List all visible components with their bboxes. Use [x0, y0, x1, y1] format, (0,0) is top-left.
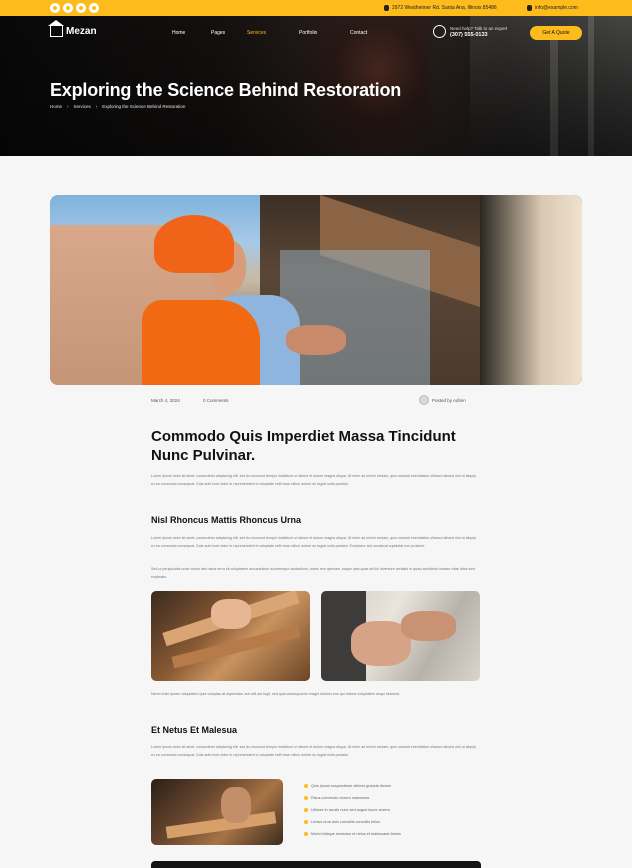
check-icon: [304, 832, 308, 836]
breadcrumb-current: Exploring the Science Behind Restoration: [102, 104, 186, 109]
article-title: Commodo Quis Imperdiet Massa Tincidunt N…: [151, 428, 456, 464]
nav-item-services[interactable]: Services: [247, 30, 266, 36]
post-comments[interactable]: 0 Comments: [203, 398, 229, 403]
facebook-icon[interactable]: [50, 3, 60, 13]
nav-item-contact[interactable]: Contact: [350, 30, 367, 36]
list-item: Risus commodo viverra maecenas: [304, 796, 369, 800]
video-banner: [151, 861, 481, 868]
featured-image: [50, 195, 582, 385]
page-title: Exploring the Science Behind Restoration: [50, 80, 402, 100]
check-icon: [304, 820, 308, 824]
check-icon: [304, 808, 308, 812]
phone-icon: [433, 25, 446, 38]
header-phone[interactable]: Need help? Talk to an expert (307) 555-0…: [433, 25, 507, 38]
topbar-email[interactable]: info@example.com: [527, 4, 578, 12]
check-icon: [304, 796, 308, 800]
breadcrumb: Home › Services › Exploring the Science …: [50, 104, 185, 109]
breadcrumb-separator: ›: [67, 104, 69, 109]
avatar: [419, 395, 429, 405]
linkedin-icon[interactable]: [89, 3, 99, 13]
list-item: Lectus urna duis convallis convallis tel…: [304, 820, 380, 824]
section-heading: Et Netus Et Malesua: [151, 725, 238, 735]
mail-icon: [527, 5, 532, 11]
article-paragraph: Lorem ipsum dolor sit amet, consectetur …: [151, 474, 476, 486]
get-quote-button[interactable]: Get A Quote: [530, 26, 582, 40]
location-pin-icon: [384, 5, 389, 11]
article-image-hands: [321, 591, 480, 681]
list-item: Ultrices in iaculis nunc sed augue lacus…: [304, 808, 390, 812]
article-image-wood: [151, 591, 310, 681]
article-paragraph: Sed ut perspiciatis unde omnis iste natu…: [151, 567, 476, 579]
nav-item-home[interactable]: Home: [172, 30, 185, 36]
article-paragraph: Nemo enim ipsam voluptatem quia voluptas…: [151, 692, 401, 696]
instagram-icon[interactable]: [76, 3, 86, 13]
nav-item-pages[interactable]: Pages: [211, 30, 225, 36]
nav-item-portfolio[interactable]: Portfolio: [299, 30, 317, 36]
top-bar: 2972 Westheimer Rd. Santa Ana, Illinois …: [0, 0, 632, 16]
list-item: Morbi tristique senectus et netus et mal…: [304, 832, 401, 836]
house-logo-icon: [48, 20, 64, 37]
article-paragraph: Lorem ipsum dolor sit amet, consectetur …: [151, 745, 476, 757]
section-heading: Nisl Rhoncus Mattis Rhoncus Urna: [151, 515, 302, 525]
article-image-workshop: [151, 779, 283, 845]
post-date: March 4, 2024: [151, 398, 180, 403]
list-item: Quis ipsum suspendisse ultrices gravida …: [304, 784, 391, 788]
breadcrumb-services[interactable]: Services: [74, 104, 91, 109]
topbar-location: 2972 Westheimer Rd. Santa Ana, Illinois …: [384, 4, 497, 12]
twitter-icon[interactable]: [63, 3, 73, 13]
post-author[interactable]: Posted by Admin: [419, 395, 466, 405]
check-icon: [304, 784, 308, 788]
site-logo[interactable]: Mezan: [48, 20, 97, 37]
breadcrumb-separator: ›: [95, 104, 98, 109]
article-paragraph: Lorem ipsum dolor sit amet, consectetur …: [151, 536, 476, 548]
breadcrumb-home[interactable]: Home: [50, 104, 62, 109]
